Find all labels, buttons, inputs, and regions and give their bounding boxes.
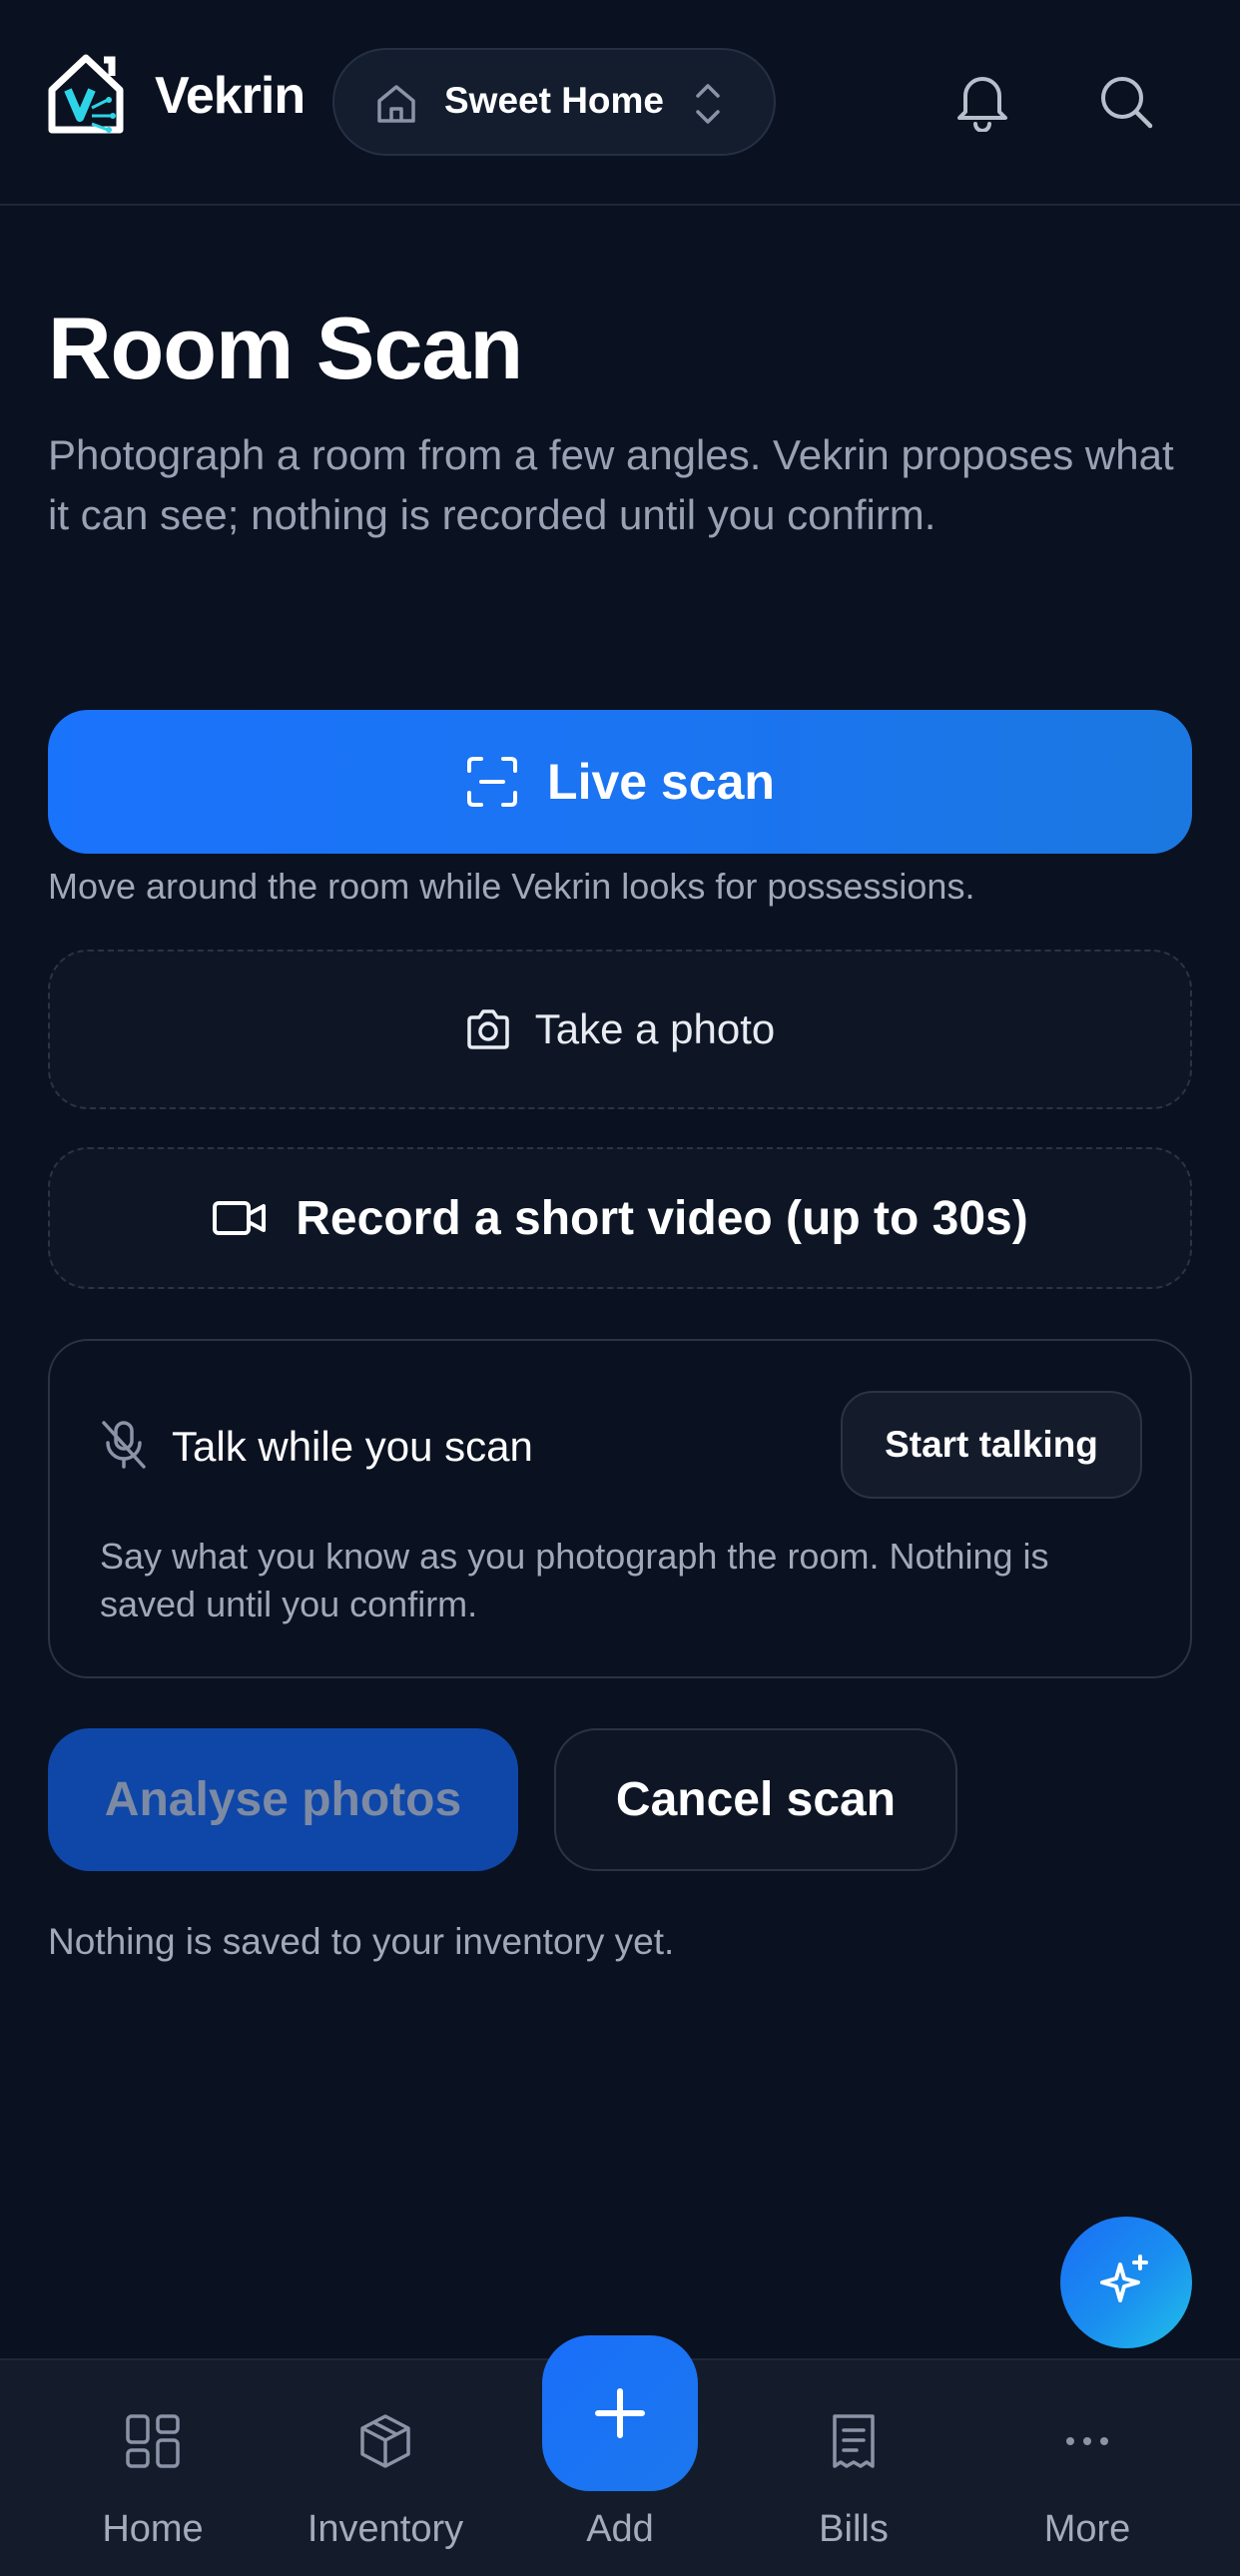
chevron-up-down-icon xyxy=(696,84,720,124)
more-dots-icon xyxy=(1066,2437,1108,2445)
add-button[interactable] xyxy=(542,2335,698,2491)
app-header: Vekrin Sweet Home xyxy=(0,0,1240,206)
plus-icon xyxy=(595,2388,645,2438)
nav-home-label: Home xyxy=(102,2508,204,2550)
take-photo-label: Take a photo xyxy=(534,1005,776,1052)
sparkle-icon xyxy=(1100,2254,1148,2302)
nav-inventory[interactable]: Inventory xyxy=(286,2360,485,2576)
live-scan-label: Live scan xyxy=(547,754,775,810)
live-scan-help-text: Move around the room while Vekrin looks … xyxy=(48,866,975,907)
ai-assistant-button[interactable] xyxy=(1060,2217,1192,2348)
start-talking-button[interactable]: Start talking xyxy=(841,1391,1142,1499)
record-video-button[interactable]: Record a short video (up to 30s) xyxy=(48,1147,1192,1289)
grid-icon xyxy=(126,2414,180,2468)
brand-name: Vekrin xyxy=(155,67,306,125)
talk-description: Say what you know as you photograph the … xyxy=(100,1536,1049,1624)
video-camera-icon xyxy=(213,1201,267,1235)
package-icon xyxy=(360,2414,410,2468)
scan-frame-icon xyxy=(467,757,518,807)
home-selector-label: Sweet Home xyxy=(444,80,665,121)
house-icon xyxy=(377,85,415,123)
vekrin-logo-icon[interactable] xyxy=(46,50,126,136)
record-video-label: Record a short video (up to 30s) xyxy=(296,1191,1028,1245)
nav-more-label: More xyxy=(1043,2508,1131,2550)
take-photo-button[interactable]: Take a photo xyxy=(48,950,1192,1109)
bell-icon[interactable] xyxy=(953,70,1011,132)
page-title: Room Scan xyxy=(48,299,523,397)
home-selector[interactable]: Sweet Home xyxy=(332,48,776,156)
nav-home[interactable]: Home xyxy=(53,2360,253,2576)
search-icon[interactable] xyxy=(1098,74,1154,130)
mic-off-icon xyxy=(102,1421,146,1469)
nav-bills[interactable]: Bills xyxy=(754,2360,953,2576)
nav-bills-label: Bills xyxy=(819,2508,889,2550)
analyse-photos-button[interactable]: Analyse photos xyxy=(48,1728,518,1871)
nav-inventory-label: Inventory xyxy=(307,2508,464,2550)
talk-while-scan-card: Talk while you scan Start talking Say wh… xyxy=(48,1339,1192,1678)
talk-title: Talk while you scan xyxy=(172,1423,533,1470)
receipt-icon xyxy=(833,2414,875,2468)
inventory-status-note: Nothing is saved to your inventory yet. xyxy=(48,1921,675,1962)
nav-add-label: Add xyxy=(586,2508,654,2550)
page-subtitle: Photograph a room from a few angles. Vek… xyxy=(48,431,1174,538)
camera-icon xyxy=(466,1009,509,1049)
live-scan-button[interactable]: Live scan xyxy=(48,710,1192,854)
cancel-scan-button[interactable]: Cancel scan xyxy=(554,1728,957,1871)
nav-more[interactable]: More xyxy=(987,2360,1187,2576)
